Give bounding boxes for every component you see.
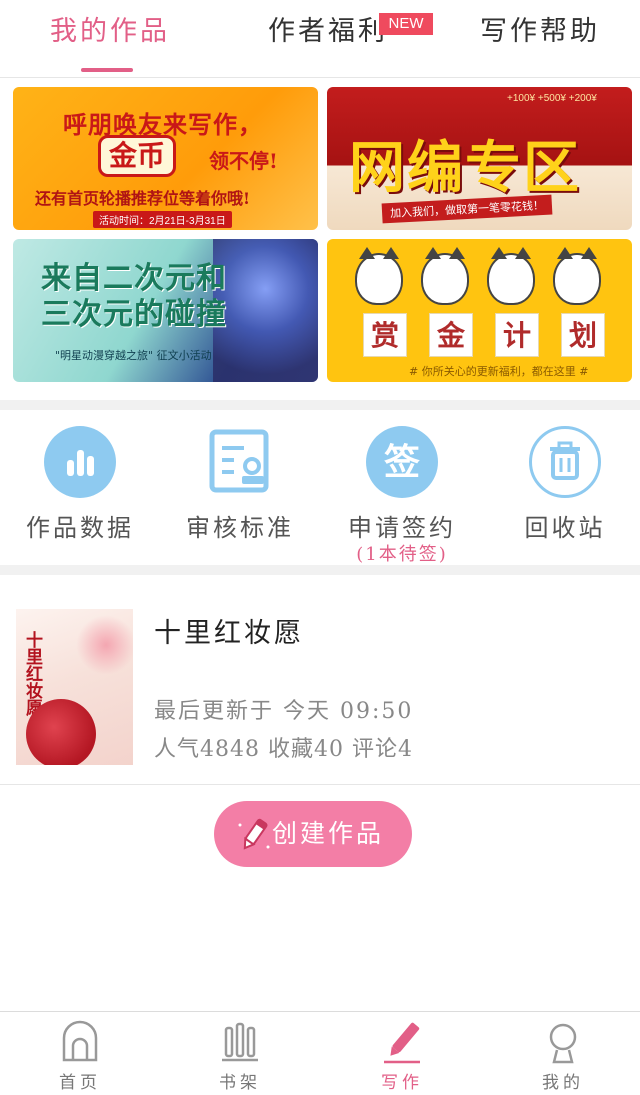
banner-web-editor-zone[interactable]: +100¥ +500¥ +200¥ 网编专区 加入我们，做取第一笔零花钱！	[327, 87, 632, 230]
pencil-icon	[384, 1022, 420, 1064]
blossom-decoration	[76, 615, 133, 675]
nav-label: 书架	[219, 1073, 261, 1093]
create-work-button[interactable]: 创建作品	[214, 801, 412, 867]
home-icon	[62, 1020, 98, 1062]
book-cover[interactable]: 十里红妆愿	[16, 609, 133, 765]
bar-chart-icon	[44, 426, 116, 498]
work-stats: 人气4848 收藏40 评论4	[154, 737, 413, 762]
anime-character-illustration	[213, 239, 318, 382]
bottom-nav: 首页 书架 写作 我的	[0, 1011, 640, 1095]
pencil-icon	[238, 818, 270, 850]
nav-write[interactable]: 写作	[322, 1012, 482, 1095]
action-label: 审核标准	[186, 514, 294, 542]
bookshelf-icon	[222, 1022, 258, 1062]
sign-glyph: 签	[383, 441, 420, 483]
banner-title: 来自二次元和 三次元的碰撞	[41, 261, 227, 333]
review-standards-button[interactable]: 审核标准	[160, 410, 320, 565]
nav-bookshelf[interactable]: 书架	[160, 1012, 320, 1095]
work-list-item[interactable]: 十里红妆愿 十里红妆愿 最后更新于 今天 09:50 人气4848 收藏40 评…	[0, 575, 640, 785]
reward-plan-title: 赏 金 计 划	[363, 313, 605, 357]
title-char: 赏	[363, 313, 407, 357]
banner-anime-contest[interactable]: 来自二次元和 三次元的碰撞 "明星动漫穿越之旅" 征文小活动	[13, 239, 318, 382]
tab-my-works[interactable]: 我的作品	[40, 12, 180, 52]
cat-icon	[421, 247, 469, 305]
action-label: 回收站	[524, 514, 606, 542]
new-badge: NEW	[379, 13, 433, 35]
trash-icon	[529, 426, 601, 498]
banner-reward-plan[interactable]: 赏 金 计 划 # 你所关心的更新福利，都在这里 #	[327, 239, 632, 382]
nav-label: 首页	[59, 1073, 101, 1093]
banner-date: 活动时间：2月21日-3月31日	[93, 211, 232, 228]
cover-title: 十里红妆愿	[22, 631, 42, 716]
banner-text: 金币	[98, 135, 177, 177]
review-document-icon	[204, 426, 276, 498]
action-label: 作品数据	[26, 514, 134, 542]
create-work-label: 创建作品	[271, 819, 384, 848]
sign-icon: 签	[366, 426, 438, 498]
banner-title-line: 来自二次元和	[41, 261, 227, 296]
section-divider	[0, 400, 640, 410]
recycle-bin-button[interactable]: 回收站	[485, 410, 640, 565]
works-data-button[interactable]: 作品数据	[0, 410, 160, 565]
nav-home[interactable]: 首页	[0, 1012, 160, 1095]
title-char: 金	[429, 313, 473, 357]
tab-author-benefits[interactable]: 作者福利	[258, 12, 398, 52]
action-label: 申请签约	[348, 514, 456, 542]
top-tabs: 我的作品 作者福利 NEW 写作帮助	[0, 0, 640, 78]
tab-writing-help[interactable]: 写作帮助	[470, 12, 610, 52]
title-char: 计	[495, 313, 539, 357]
nav-label: 写作	[381, 1073, 423, 1093]
section-divider	[0, 565, 640, 575]
nav-profile[interactable]: 我的	[483, 1012, 640, 1095]
banner-grid: 呼朋唤友来写作， 金币 领不停! 还有首页轮播推荐位等着你哦! 活动时间：2月2…	[0, 78, 640, 400]
cat-icon	[355, 247, 403, 305]
work-last-updated: 最后更新于 今天 09:50	[154, 699, 414, 724]
banner-text: "明星动漫穿越之旅" 征文小活动	[55, 349, 212, 362]
cats-illustration	[355, 247, 605, 313]
profile-icon	[549, 1023, 577, 1064]
banner-text: 还有首页轮播推荐位等着你哦!	[35, 189, 251, 208]
action-row: 作品数据 审核标准 签 申请签约 (1本待签) 回收站	[0, 410, 640, 565]
banner-title: 网编专区	[349, 135, 581, 201]
umbrella-illustration	[26, 699, 96, 765]
title-char: 划	[561, 313, 605, 357]
active-tab-indicator	[81, 68, 133, 72]
apply-sign-button[interactable]: 签 申请签约 (1本待签)	[322, 410, 482, 565]
banner-text: 领不停!	[209, 149, 278, 173]
cat-icon	[487, 247, 535, 305]
work-title[interactable]: 十里红妆愿	[154, 611, 304, 650]
cat-icon	[553, 247, 601, 305]
banner-text: +100¥ +500¥ +200¥	[507, 93, 597, 104]
banner-text: # 你所关心的更新福利，都在这里 #	[409, 365, 589, 378]
banner-invite-friends[interactable]: 呼朋唤友来写作， 金币 领不停! 还有首页轮播推荐位等着你哦! 活动时间：2月2…	[13, 87, 318, 230]
pending-sign-count: (1本待签)	[356, 544, 448, 565]
banner-title-line: 三次元的碰撞	[41, 297, 227, 332]
nav-label: 我的	[542, 1073, 584, 1093]
